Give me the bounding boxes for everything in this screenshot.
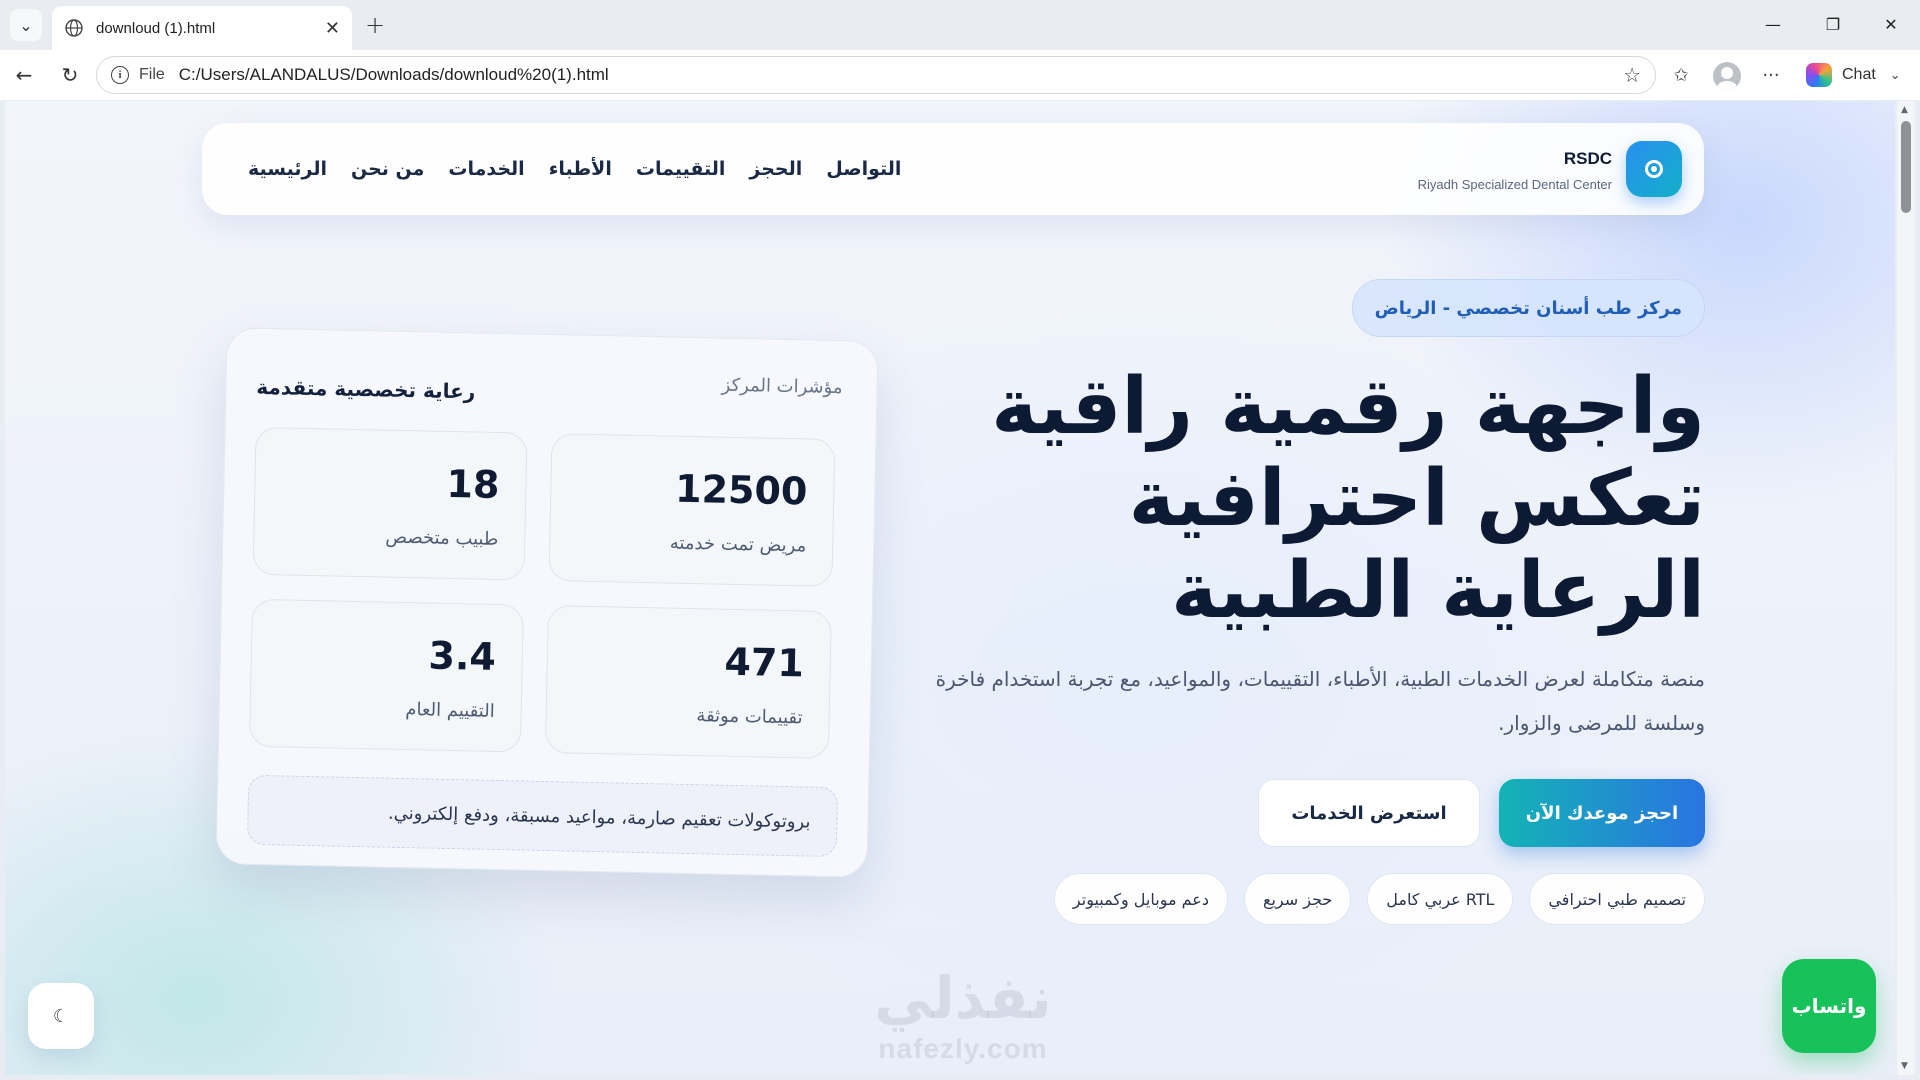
favorites-icon[interactable]: ✩ [1666, 60, 1696, 90]
watermark-latin: nafezly.com [878, 1033, 1048, 1064]
back-arrow-icon[interactable]: ← [8, 59, 40, 91]
stat-label: تقييمات موثقة [696, 705, 803, 729]
browser-toolbar: ← ↻ i File C:/Users/ALANDALUS/Downloads/… [0, 50, 1920, 100]
more-menu-icon[interactable]: ··· [1756, 60, 1786, 90]
feature-chip: دعم موبايل وكمبيوتر [1053, 873, 1228, 925]
page-viewport: RSDC Riyadh Specialized Dental Center ال… [5, 101, 1895, 1075]
stat-value: 3.4 [428, 633, 497, 679]
brand-name: RSDC [1563, 149, 1612, 168]
whatsapp-button[interactable]: واتساب [1782, 959, 1876, 1053]
browser-tabbar: ⌄ downloud (1).html ✕ + — ❐ ✕ [0, 0, 1920, 50]
hero-title-line: واجهة رقمية راقية [991, 362, 1705, 452]
stats-card-heading: رعاية تخصصية متقدمة [256, 374, 476, 404]
new-tab-plus-icon[interactable]: + [360, 10, 390, 40]
copilot-logo-icon [1806, 63, 1832, 87]
nav-link-booking[interactable]: الحجز [749, 158, 802, 180]
info-icon[interactable]: i [111, 66, 129, 84]
watermark-arabic: نفذلي [874, 964, 1052, 1032]
stat-reviews: 471 تقييمات موثقة [544, 605, 832, 759]
copilot-chat-button[interactable]: Chat ⌄ [1800, 59, 1910, 91]
stat-label: مريض تمت خدمته [669, 532, 807, 557]
feature-chip: RTL عربي كامل [1367, 873, 1514, 925]
feature-chip: حجز سريع [1243, 873, 1352, 925]
stat-patients: 12500 مريض تمت خدمته [548, 433, 836, 587]
page-scrollbar[interactable]: ▲ ▼ [1897, 101, 1915, 1075]
tab-list-chevron-icon[interactable]: ⌄ [10, 9, 42, 41]
theme-toggle-moon-icon[interactable]: ☾ [28, 983, 94, 1049]
close-tab-icon[interactable]: ✕ [325, 18, 340, 39]
globe-icon [65, 19, 83, 37]
stat-doctors: 18 طبيب متخصص [252, 426, 528, 581]
scroll-up-arrow-icon[interactable]: ▲ [1901, 105, 1908, 115]
browser-tab[interactable]: downloud (1).html ✕ [52, 6, 352, 50]
brand-subtitle: Riyadh Specialized Dental Center [1417, 177, 1612, 192]
stat-value: 12500 [674, 466, 808, 514]
tab-title: downloud (1).html [96, 19, 216, 37]
stat-label: التقييم العام [405, 699, 495, 722]
url-text[interactable]: C:/Users/ALANDALUS/Downloads/downloud%20… [179, 65, 1623, 85]
hero-title-line: تعكس احترافية [1128, 454, 1705, 544]
reload-icon[interactable]: ↻ [54, 59, 86, 91]
site-header: RSDC Riyadh Specialized Dental Center ال… [202, 123, 1704, 215]
stat-rating: 3.4 التقييم العام [248, 598, 524, 753]
nav-link-home[interactable]: الرئيسية [248, 158, 327, 180]
nav-link-about[interactable]: من نحن [351, 158, 424, 180]
nav-link-reviews[interactable]: التقييمات [636, 158, 726, 180]
nav-link-doctors[interactable]: الأطباء [549, 158, 612, 180]
stats-card-label: مؤشرات المركز [721, 374, 843, 399]
nav-link-contact[interactable]: التواصل [826, 158, 901, 180]
restore-icon[interactable]: ❐ [1810, 8, 1856, 40]
brand-logo-icon[interactable] [1626, 141, 1682, 197]
main-nav: الرئيسية من نحن الخدمات الأطباء التقييما… [224, 123, 901, 215]
minimize-icon[interactable]: — [1750, 8, 1796, 40]
feature-chip: تصميم طبي احترافي [1529, 873, 1705, 925]
book-appointment-button[interactable]: احجز موعدك الآن [1499, 779, 1705, 847]
address-bar[interactable]: i File C:/Users/ALANDALUS/Downloads/down… [96, 56, 1656, 94]
hero-title: واجهة رقمية راقية تعكس احترافية الرعاية … [945, 361, 1705, 637]
feature-chips: تصميم طبي احترافي RTL عربي كامل حجز سريع… [1038, 873, 1705, 925]
watermark-logo: نفذلي nafezly.com [853, 963, 1073, 1065]
scroll-down-arrow-icon[interactable]: ▼ [1901, 1061, 1908, 1071]
hero-badge: مركز طب أسنان تخصصي - الرياض [1351, 279, 1705, 337]
url-scheme: File [139, 66, 165, 83]
stat-value: 471 [724, 639, 805, 686]
profile-avatar[interactable] [1713, 62, 1741, 90]
hero-title-line: الرعاية الطبية [1171, 546, 1705, 636]
window-close-icon[interactable]: ✕ [1868, 8, 1914, 40]
chat-label: Chat [1842, 66, 1876, 83]
stat-label: طبيب متخصص [385, 526, 499, 550]
scroll-thumb[interactable] [1901, 121, 1911, 213]
stat-value: 18 [446, 461, 500, 507]
stats-note: بروتوكولات تعقيم صارمة، مواعيد مسبقة، ود… [246, 774, 839, 858]
browse-services-button[interactable]: استعرض الخدمات [1258, 779, 1480, 847]
nav-link-services[interactable]: الخدمات [448, 158, 524, 180]
bookmark-star-icon[interactable]: ☆ [1623, 63, 1641, 87]
hero-description: منصة متكاملة لعرض الخدمات الطبية، الأطبا… [935, 667, 1705, 735]
chevron-down-icon[interactable]: ⌄ [1890, 68, 1901, 83]
stats-card: مؤشرات المركز رعاية تخصصية متقدمة 12500 … [215, 327, 879, 878]
